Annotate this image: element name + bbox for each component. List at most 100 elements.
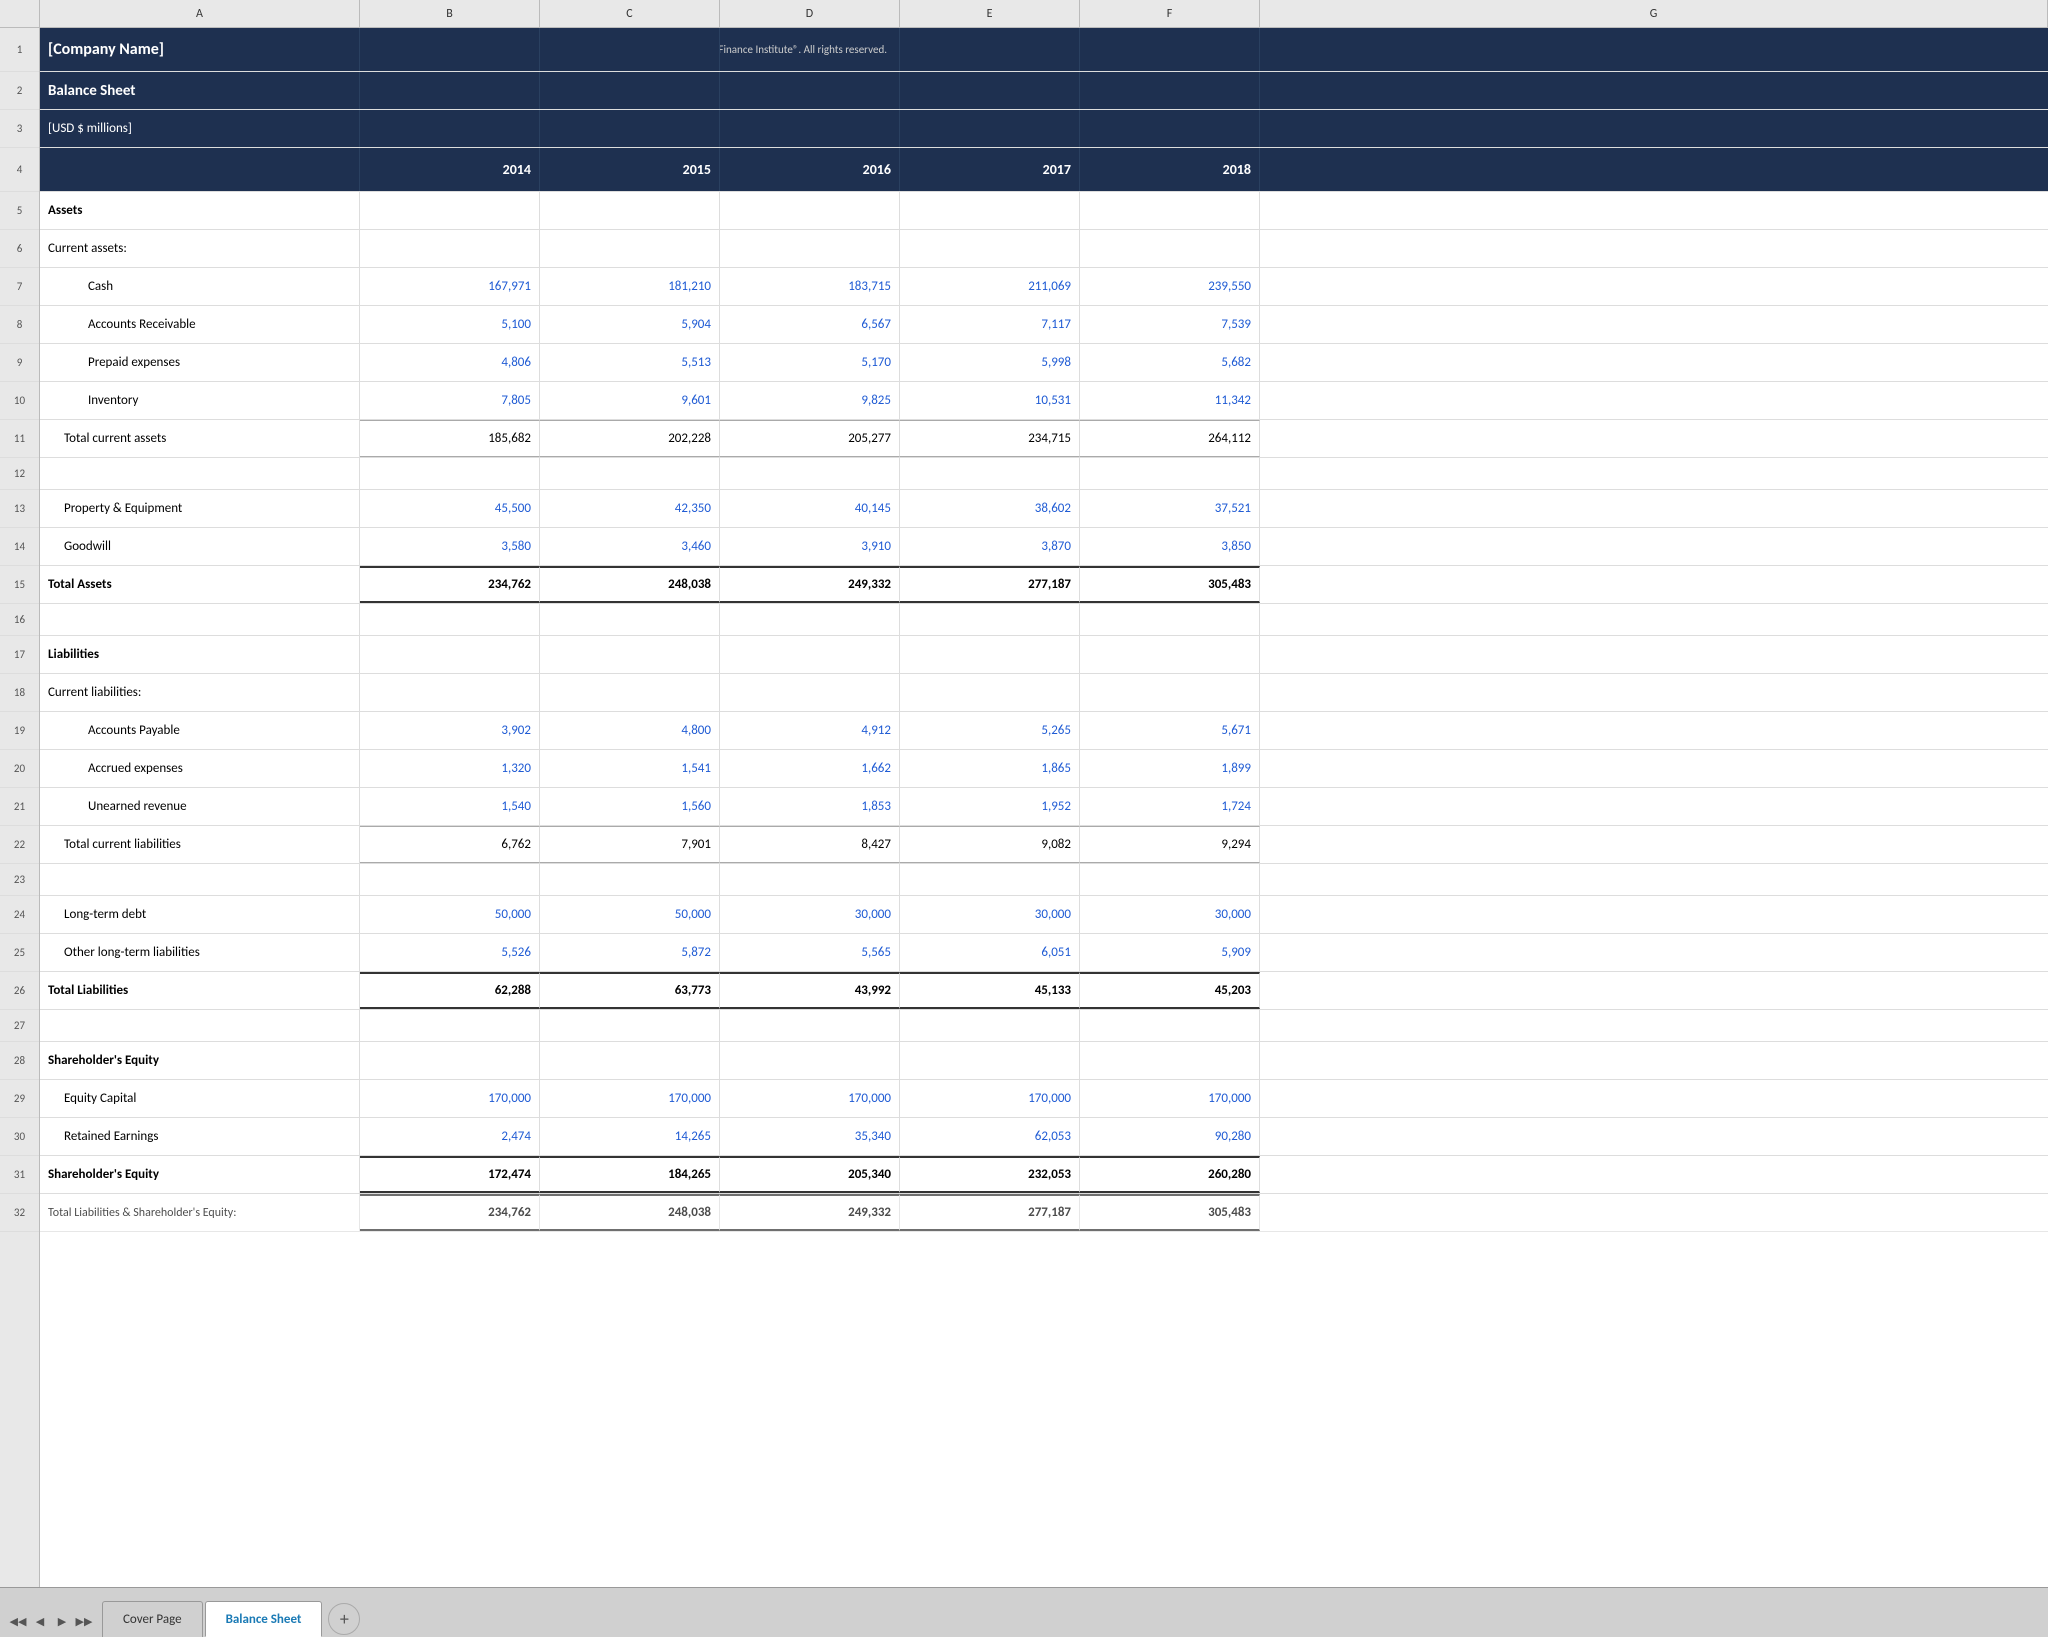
cell-le-2018[interactable]: 305,483 <box>1080 1194 1260 1231</box>
cell-tcl-2017[interactable]: 9,082 <box>900 826 1080 863</box>
cell-tca-2016[interactable]: 205,277 <box>720 420 900 457</box>
cell-equity-capital-label[interactable]: Equity Capital <box>40 1080 360 1117</box>
cell-ppe-label[interactable]: Property & Equipment <box>40 490 360 527</box>
tab-cover-page[interactable]: Cover Page <box>102 1601 203 1637</box>
cell-goodwill-2017[interactable]: 3,870 <box>900 528 1080 565</box>
cell-retained-earnings-label[interactable]: Retained Earnings <box>40 1118 360 1155</box>
cell-total-le-label[interactable]: Total Liabilities & Shareholder's Equity… <box>40 1194 360 1231</box>
cell-tcl-2015[interactable]: 7,901 <box>540 826 720 863</box>
cell-ltd-2014[interactable]: 50,000 <box>360 896 540 933</box>
cell-tl-2018[interactable]: 45,203 <box>1080 972 1260 1009</box>
cell-tl-2014[interactable]: 62,288 <box>360 972 540 1009</box>
cell-liabilities-label[interactable]: Liabilities <box>40 636 360 673</box>
cell-prepaid-2016[interactable]: 5,170 <box>720 344 900 381</box>
cell-prepaid-2017[interactable]: 5,998 <box>900 344 1080 381</box>
cell-cash-2015[interactable]: 181,210 <box>540 268 720 305</box>
tab-nav-last[interactable]: ▶▶ <box>74 1611 94 1631</box>
col-header-f[interactable]: F <box>1080 0 1260 28</box>
cell-unearned-2016[interactable]: 1,853 <box>720 788 900 825</box>
cell-ltd-2015[interactable]: 50,000 <box>540 896 720 933</box>
cell-inventory-2016[interactable]: 9,825 <box>720 382 900 419</box>
cell-year-2014[interactable]: 2014 <box>360 148 540 191</box>
cell-tca-2015[interactable]: 202,228 <box>540 420 720 457</box>
cell-ppe-2016[interactable]: 40,145 <box>720 490 900 527</box>
cell-tcl-label[interactable]: Total current liabilities <box>40 826 360 863</box>
cell-other-ltd-2015[interactable]: 5,872 <box>540 934 720 971</box>
cell-ltd-2016[interactable]: 30,000 <box>720 896 900 933</box>
cell-accrued-2014[interactable]: 1,320 <box>360 750 540 787</box>
cell-accrued-2017[interactable]: 1,865 <box>900 750 1080 787</box>
col-header-a[interactable]: A <box>40 0 360 28</box>
cell-ec-2014[interactable]: 170,000 <box>360 1080 540 1117</box>
cell-current-assets-label[interactable]: Current assets: <box>40 230 360 267</box>
cell-goodwill-2015[interactable]: 3,460 <box>540 528 720 565</box>
cell-ec-2015[interactable]: 170,000 <box>540 1080 720 1117</box>
cell-ap-2015[interactable]: 4,800 <box>540 712 720 749</box>
cell-accrued-label[interactable]: Accrued expenses <box>40 750 360 787</box>
cell-ta-2018[interactable]: 305,483 <box>1080 566 1260 603</box>
cell-total-assets-label[interactable]: Total Assets <box>40 566 360 603</box>
cell-currency-label[interactable]: [USD $ millions] <box>40 110 360 147</box>
cell-other-ltd-2018[interactable]: 5,909 <box>1080 934 1260 971</box>
tab-nav-next[interactable]: ▶ <box>52 1611 72 1631</box>
cell-prepaid-label[interactable]: Prepaid expenses <box>40 344 360 381</box>
cell-prepaid-2015[interactable]: 5,513 <box>540 344 720 381</box>
cell-other-ltd-2014[interactable]: 5,526 <box>360 934 540 971</box>
cell-tcl-2014[interactable]: 6,762 <box>360 826 540 863</box>
cell-other-ltd-2017[interactable]: 6,051 <box>900 934 1080 971</box>
cell-year-2016[interactable]: 2016 <box>720 148 900 191</box>
cell-ta-2015[interactable]: 248,038 <box>540 566 720 603</box>
cell-ppe-2015[interactable]: 42,350 <box>540 490 720 527</box>
cell-current-liabilities-label[interactable]: Current liabilities: <box>40 674 360 711</box>
cell-tca-2018[interactable]: 264,112 <box>1080 420 1260 457</box>
cell-ar-2018[interactable]: 7,539 <box>1080 306 1260 343</box>
tab-nav-prev[interactable]: ◀ <box>30 1611 50 1631</box>
cell-re-2015[interactable]: 14,265 <box>540 1118 720 1155</box>
cell-goodwill-2016[interactable]: 3,910 <box>720 528 900 565</box>
cell-unearned-2014[interactable]: 1,540 <box>360 788 540 825</box>
cell-assets-label[interactable]: Assets <box>40 192 360 229</box>
cell-se-2014[interactable]: 172,474 <box>360 1156 540 1193</box>
cell-goodwill-2018[interactable]: 3,850 <box>1080 528 1260 565</box>
cell-cash-2018[interactable]: 239,550 <box>1080 268 1260 305</box>
cell-other-ltd-2016[interactable]: 5,565 <box>720 934 900 971</box>
cell-tca-label[interactable]: Total current assets <box>40 420 360 457</box>
cell-unearned-label[interactable]: Unearned revenue <box>40 788 360 825</box>
cell-ltd-2017[interactable]: 30,000 <box>900 896 1080 933</box>
cell-re-2017[interactable]: 62,053 <box>900 1118 1080 1155</box>
cell-ap-2016[interactable]: 4,912 <box>720 712 900 749</box>
cell-re-2014[interactable]: 2,474 <box>360 1118 540 1155</box>
cell-tca-2014[interactable]: 185,682 <box>360 420 540 457</box>
cell-ar-label[interactable]: Accounts Receivable <box>40 306 360 343</box>
cell-tca-2017[interactable]: 234,715 <box>900 420 1080 457</box>
tab-balance-sheet[interactable]: Balance Sheet <box>205 1601 323 1637</box>
cell-accrued-2018[interactable]: 1,899 <box>1080 750 1260 787</box>
cell-se-2016[interactable]: 205,340 <box>720 1156 900 1193</box>
cell-total-liabilities-label[interactable]: Total Liabilities <box>40 972 360 1009</box>
cell-ta-2017[interactable]: 277,187 <box>900 566 1080 603</box>
cell-unearned-2015[interactable]: 1,560 <box>540 788 720 825</box>
cell-tcl-2016[interactable]: 8,427 <box>720 826 900 863</box>
cell-inventory-label[interactable]: Inventory <box>40 382 360 419</box>
cell-le-2015[interactable]: 248,038 <box>540 1194 720 1231</box>
cell-company-name[interactable]: [Company Name] <box>40 28 360 71</box>
cell-unearned-2018[interactable]: 1,724 <box>1080 788 1260 825</box>
cell-ar-2015[interactable]: 5,904 <box>540 306 720 343</box>
cell-ar-2017[interactable]: 7,117 <box>900 306 1080 343</box>
cell-ppe-2018[interactable]: 37,521 <box>1080 490 1260 527</box>
cell-inventory-2014[interactable]: 7,805 <box>360 382 540 419</box>
cell-se-2017[interactable]: 232,053 <box>900 1156 1080 1193</box>
col-header-g[interactable]: G <box>1260 0 2048 28</box>
cell-ta-2014[interactable]: 234,762 <box>360 566 540 603</box>
tab-add-sheet[interactable]: + <box>328 1603 360 1635</box>
col-header-c[interactable]: C <box>540 0 720 28</box>
cell-ec-2016[interactable]: 170,000 <box>720 1080 900 1117</box>
cell-ar-2014[interactable]: 5,100 <box>360 306 540 343</box>
cell-year-2017[interactable]: 2017 <box>900 148 1080 191</box>
cell-ec-2017[interactable]: 170,000 <box>900 1080 1080 1117</box>
cell-other-ltd-label[interactable]: Other long-term liabilities <box>40 934 360 971</box>
cell-ap-2017[interactable]: 5,265 <box>900 712 1080 749</box>
cell-prepaid-2014[interactable]: 4,806 <box>360 344 540 381</box>
cell-ppe-2014[interactable]: 45,500 <box>360 490 540 527</box>
cell-re-2018[interactable]: 90,280 <box>1080 1118 1260 1155</box>
